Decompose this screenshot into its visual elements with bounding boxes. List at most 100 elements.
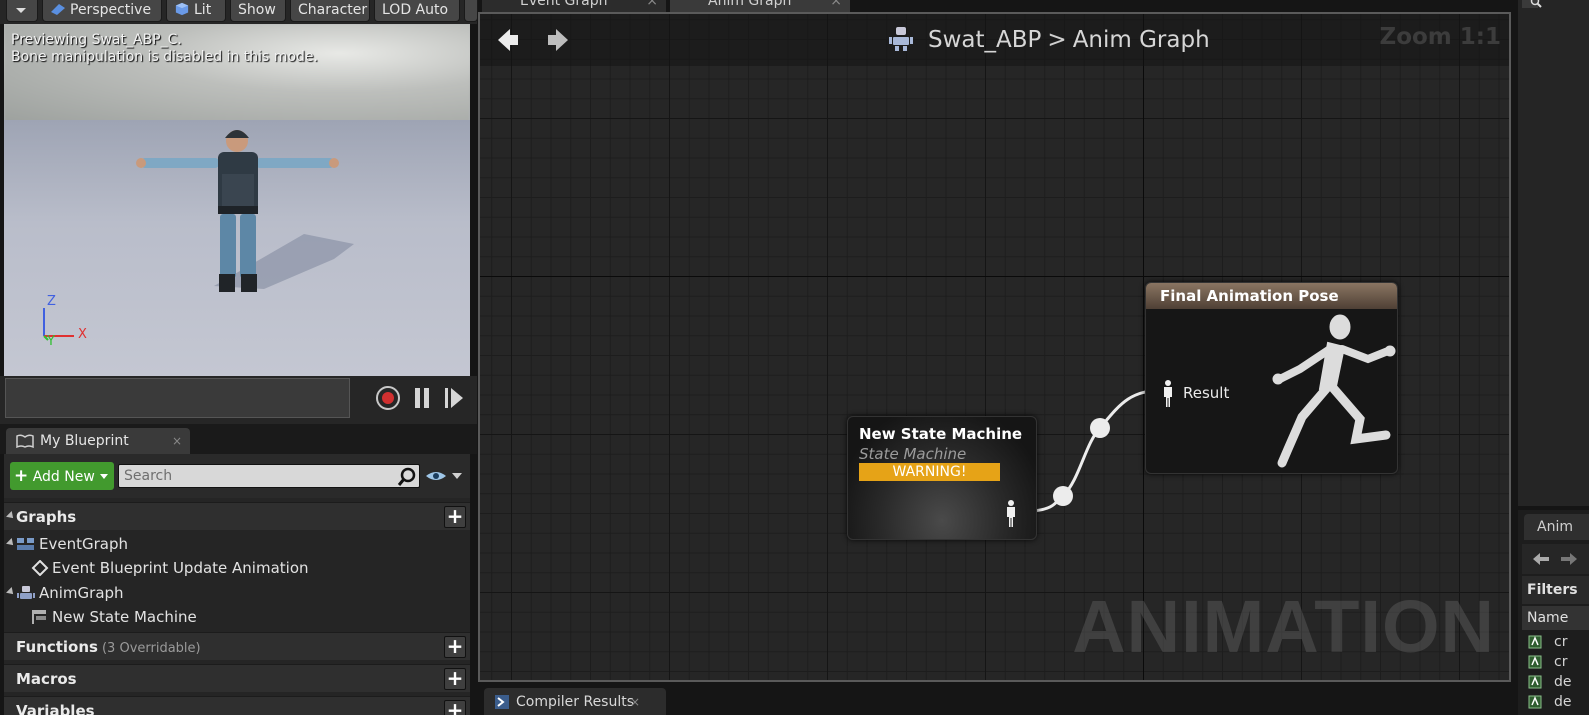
animation-asset-icon (1528, 675, 1542, 689)
event-graph-tab-label: Event Graph (520, 0, 608, 9)
tab-anim-graph[interactable]: Anim Graph × (670, 0, 850, 12)
final-pose-title: Final Animation Pose (1146, 283, 1397, 309)
variables-category[interactable]: Variables + (4, 696, 470, 715)
add-new-button[interactable]: + Add New (10, 462, 114, 490)
anim-graph-icon (17, 586, 35, 599)
state-machine-node-subtitle: State Machine (859, 445, 967, 463)
chevron-down-icon (16, 8, 26, 13)
forward-arrow-icon[interactable] (1560, 552, 1578, 566)
lod-label: LOD Auto (382, 2, 449, 18)
viewport-options-button[interactable] (6, 0, 38, 22)
name-column-header[interactable]: Name (1522, 606, 1589, 630)
back-arrow-icon[interactable] (494, 26, 522, 54)
tab-compiler-results[interactable]: Compiler Results × (484, 688, 666, 715)
lod-button[interactable]: LOD Auto (374, 0, 460, 22)
add-function-button[interactable]: + (444, 636, 466, 658)
state-machine-node-title: New State Machine (859, 425, 1023, 443)
state-machine-node[interactable]: New State Machine State Machine WARNING! (847, 416, 1037, 540)
search-input[interactable]: Search (118, 464, 420, 488)
asset-browser-nav (1522, 544, 1589, 574)
event-update-label: Event Blueprint Update Animation (52, 559, 309, 577)
bone-manipulation-text: Bone manipulation is disabled in this mo… (11, 49, 318, 65)
wire-reroute-knot[interactable] (1090, 418, 1110, 438)
bottom-tabbar: Compiler Results × (478, 684, 1515, 715)
state-machine-label: New State Machine (52, 608, 197, 626)
search-icon[interactable] (1530, 0, 1542, 8)
list-item[interactable]: cr (1528, 652, 1589, 672)
functions-category[interactable]: Functions (3 Overridable) + (4, 632, 470, 660)
result-pin-label: Result (1183, 384, 1230, 402)
list-item[interactable]: cr (1528, 632, 1589, 652)
add-variable-button[interactable]: + (444, 700, 466, 715)
compiler-results-label: Compiler Results (516, 694, 635, 710)
functions-label: Functions (16, 638, 98, 656)
search-icon[interactable] (396, 466, 418, 488)
close-icon[interactable]: × (830, 0, 842, 8)
toolbar-overflow-button[interactable] (464, 0, 478, 22)
viewport-toolbar: Perspective Lit Show Character LOD Auto (0, 0, 478, 24)
list-item-label: cr (1554, 654, 1568, 670)
tab-anim-preview[interactable]: Anim (1524, 514, 1589, 540)
tree-item-eventgraph[interactable]: EventGraph (4, 532, 470, 556)
details-panel (1518, 0, 1589, 506)
eventgraph-label: EventGraph (39, 535, 128, 553)
lit-cube-icon (175, 2, 189, 16)
list-item[interactable]: de (1528, 672, 1589, 692)
pose-output-pin-icon[interactable] (1004, 499, 1018, 529)
lit-button[interactable]: Lit (166, 0, 226, 22)
macros-category[interactable]: Macros + (4, 664, 470, 692)
tab-event-graph[interactable]: Event Graph × (482, 0, 666, 12)
anim-graph-tab-label: Anim Graph (708, 0, 792, 9)
list-item-label: de (1554, 674, 1572, 690)
add-macro-button[interactable]: + (444, 668, 466, 690)
breadcrumb: Swat_ABP > Anim Graph (888, 24, 1210, 56)
tree-item-animgraph[interactable]: AnimGraph (4, 581, 470, 605)
breadcrumb-graph: Anim Graph (1072, 27, 1210, 53)
step-forward-icon[interactable] (442, 384, 466, 412)
final-animation-pose-node[interactable]: Final Animation Pose Result (1145, 282, 1398, 474)
breadcrumb-blueprint[interactable]: Swat_ABP (928, 27, 1041, 53)
my-blueprint-tabbar: My Blueprint × (0, 424, 477, 454)
graph-header: Swat_ABP > Anim Graph Zoom 1:1 (480, 14, 1509, 66)
preview-viewport[interactable]: Previewing Swat_ABP_C. Bone manipulation… (4, 24, 470, 376)
tree-item-event-update[interactable]: Event Blueprint Update Animation (4, 556, 470, 580)
tab-my-blueprint[interactable]: My Blueprint × (6, 428, 190, 454)
viewport-overlay-text: Previewing Swat_ABP_C. Bone manipulation… (11, 32, 318, 66)
close-icon[interactable]: × (646, 0, 658, 8)
variables-label: Variables (16, 702, 95, 715)
animation-watermark: ANIMATION (1072, 585, 1495, 668)
animgraph-label: AnimGraph (39, 584, 124, 602)
anim-blueprint-icon (889, 27, 913, 51)
warning-badge: WARNING! (859, 463, 1000, 481)
close-icon[interactable]: × (630, 688, 640, 715)
animation-asset-icon (1528, 655, 1542, 669)
zoom-level: Zoom 1:1 (1379, 24, 1501, 50)
pose-input-pin-icon[interactable] (1161, 379, 1175, 409)
perspective-label: Perspective (70, 2, 152, 18)
character-button[interactable]: Character (290, 0, 370, 22)
filters-button[interactable]: Filters (1522, 576, 1589, 604)
view-options-eye-icon[interactable] (424, 468, 464, 484)
graph-canvas[interactable]: Swat_ABP > Anim Graph Zoom 1:1 New State M… (478, 12, 1511, 682)
breadcrumb-separator: > (1047, 27, 1067, 53)
playback-bar (0, 376, 477, 424)
close-icon[interactable]: × (172, 428, 182, 454)
functions-overridable-count: (3 Overridable) (101, 641, 201, 656)
graphs-category[interactable]: Graphs + (4, 502, 470, 530)
add-graph-button[interactable]: + (444, 506, 466, 528)
forward-arrow-icon[interactable] (544, 26, 572, 54)
my-blueprint-tab-label: My Blueprint (40, 433, 129, 449)
record-icon[interactable] (374, 384, 402, 412)
tree-item-state-machine[interactable]: New State Machine (4, 605, 470, 629)
axis-gizmo: Z X Y (34, 294, 94, 349)
perspective-button[interactable]: Perspective (42, 0, 162, 22)
timeline-scrubber[interactable] (5, 378, 350, 418)
list-item[interactable]: de (1528, 692, 1589, 712)
back-arrow-icon[interactable] (1532, 552, 1550, 566)
state-machine-icon (32, 610, 46, 624)
wire-reroute-knot[interactable] (1053, 486, 1073, 506)
perspective-icon (51, 4, 65, 15)
lit-label: Lit (194, 2, 212, 18)
show-button[interactable]: Show (230, 0, 286, 22)
pause-icon[interactable] (410, 384, 434, 412)
